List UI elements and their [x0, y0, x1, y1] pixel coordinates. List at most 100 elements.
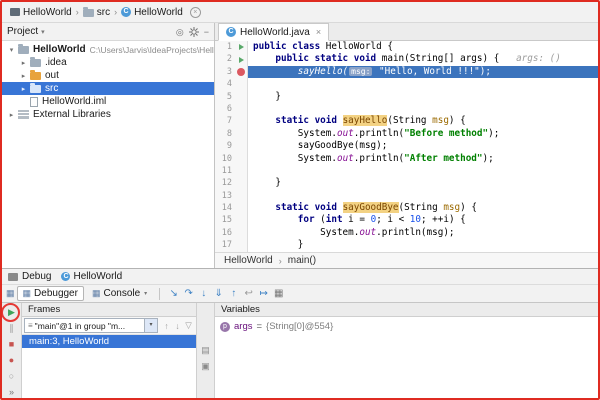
code-text: System.out.println(msg); [248, 227, 598, 239]
code-line-4[interactable]: 4 [215, 78, 598, 90]
show-execution-point-icon[interactable]: ↘ [166, 288, 181, 299]
thread-icon: ≡ [28, 321, 33, 330]
editor-tab-helloworld-java[interactable]: C HelloWorld.java × [218, 23, 329, 41]
code-line-14[interactable]: 14 static void sayGoodBye(String msg) { [215, 202, 598, 214]
frame-up-icon[interactable]: ↑ [161, 321, 172, 331]
code-line-1[interactable]: 1public class HelloWorld { [215, 41, 598, 53]
code-line-5[interactable]: 5 } [215, 91, 598, 103]
tree-item-helloworld[interactable]: ▾HelloWorldC:\Users\Jarvis\IdeaProjects\… [2, 43, 214, 56]
console-tab-icon: ▦ [92, 288, 101, 299]
breadcrumb-method[interactable]: main() [288, 255, 316, 266]
chevron-right-icon[interactable]: ▸ [18, 59, 29, 67]
code-line-15[interactable]: 15 for (int i = 0; i < 10; ++i) { [215, 214, 598, 226]
chevron-down-icon[interactable]: ▾ [144, 319, 157, 332]
chevron-right-icon[interactable]: ▸ [6, 111, 17, 119]
code-line-11[interactable]: 11 [215, 165, 598, 177]
debug-tab-label[interactable]: Debug [22, 271, 51, 282]
console-tab-label: Console [103, 288, 140, 299]
chevron-down-icon[interactable]: ▾ [41, 28, 45, 36]
pause-button[interactable]: ∥ [5, 322, 18, 335]
close-circle-icon[interactable]: × [190, 7, 201, 18]
line-number: 17 [215, 239, 235, 251]
breadcrumb-item[interactable]: HelloWorld [8, 6, 74, 19]
project-panel-title[interactable]: Project [7, 26, 38, 37]
tree-item-helloworld-iml[interactable]: HelloWorld.iml [2, 95, 214, 108]
equals-sign: = [256, 321, 262, 332]
debug-toolbar-icons: ↘↷↓⇓↑↩↦▦ [166, 288, 286, 299]
drop-frame-icon[interactable]: ↩ [241, 288, 256, 299]
line-number: 7 [215, 115, 235, 127]
variables-list: pargs = {String[0]@554} [215, 317, 598, 398]
line-number: 15 [215, 214, 235, 226]
frame-row[interactable]: main:3, HelloWorld [22, 335, 196, 348]
project-panel-header: Project ▾ ◎ − [2, 23, 214, 41]
code-line-2[interactable]: 2 public static void main(String[] args)… [215, 53, 598, 65]
ide-window: HelloWorld›src›CHelloWorld × Project ▾ ◎… [0, 0, 600, 400]
chevron-down-icon[interactable]: ▾ [6, 46, 17, 54]
stop-button[interactable]: ■ [5, 338, 18, 351]
code-text: sayGoodBye(msg); [248, 140, 598, 152]
class-icon: C [61, 272, 70, 281]
code-text: public class HelloWorld { [248, 41, 598, 53]
debug-window-grid-icon[interactable]: ▦ [6, 288, 15, 299]
expand-toolbar-icon[interactable]: » [2, 387, 21, 397]
code-line-8[interactable]: 8 System.out.println("Before method"); [215, 128, 598, 140]
step-out-icon[interactable]: ↑ [226, 288, 241, 299]
code-line-9[interactable]: 9 sayGoodBye(msg); [215, 140, 598, 152]
hide-panel-icon[interactable]: − [204, 27, 209, 37]
chevron-right-icon[interactable]: ▸ [18, 72, 29, 80]
breadcrumb-class[interactable]: HelloWorld [224, 255, 273, 266]
filter-icon[interactable]: ▽ [183, 320, 194, 331]
folder-icon [83, 9, 94, 17]
mute-breakpoints-button[interactable]: ○ [5, 370, 18, 383]
debug-config-label: HelloWorld [73, 271, 122, 282]
run-marker-icon[interactable] [235, 53, 248, 65]
variable-value: {String[0]@554} [266, 321, 333, 332]
chevron-right-icon[interactable]: ▸ [18, 85, 29, 93]
code-text: for (int i = 0; i < 10; ++i) { [248, 214, 598, 226]
parameter-icon: p [220, 322, 230, 332]
tab-console[interactable]: ▦ Console ▾ [86, 286, 153, 301]
frames-list: main:3, HelloWorld [22, 335, 196, 398]
breadcrumb-item[interactable]: CHelloWorld [119, 6, 185, 19]
restore-layout-icon[interactable]: ▤ [201, 345, 210, 356]
tree-item-idea[interactable]: ▸.idea [2, 56, 214, 69]
settings-gear-icon[interactable] [189, 27, 199, 37]
code-line-7[interactable]: 7 static void sayHello(String msg) { [215, 115, 598, 127]
run-to-cursor-icon[interactable]: ↦ [256, 288, 271, 299]
code-line-16[interactable]: 16 System.out.println(msg); [215, 227, 598, 239]
code-line-13[interactable]: 13 [215, 190, 598, 202]
tree-item-out[interactable]: ▸out [2, 69, 214, 82]
run-marker-icon[interactable] [235, 41, 248, 53]
file-iml-icon [30, 97, 38, 107]
line-number: 3 [215, 66, 235, 78]
code-line-17[interactable]: 17 } [215, 239, 598, 251]
locate-icon[interactable]: ◎ [176, 27, 184, 37]
tab-debugger[interactable]: ▦ Debugger [17, 286, 84, 301]
code-line-6[interactable]: 6 [215, 103, 598, 115]
breadcrumb-label: HelloWorld [23, 7, 72, 18]
resume-button[interactable]: ▶ [5, 306, 18, 319]
step-into-icon[interactable]: ↓ [196, 288, 211, 299]
force-step-into-icon[interactable]: ⇓ [211, 288, 226, 299]
step-over-icon[interactable]: ↷ [181, 288, 196, 299]
code-line-10[interactable]: 10 System.out.println("After method"); [215, 153, 598, 165]
line-number: 16 [215, 227, 235, 239]
breadcrumb-item[interactable]: src [81, 6, 112, 19]
evaluate-expression-icon[interactable]: ▦ [271, 288, 286, 299]
code-line-3[interactable]: 3 sayHello(msg: "Hello, World !!!"); [215, 66, 598, 78]
thread-selector[interactable]: ≡ "main"@1 in group "m... ▾ [24, 318, 158, 333]
code-editor[interactable]: 1public class HelloWorld {2 public stati… [215, 41, 598, 252]
tree-item-external-libraries[interactable]: ▸External Libraries [2, 108, 214, 121]
view-breakpoints-button[interactable]: ● [5, 354, 18, 367]
code-text: sayHello(msg: "Hello, World !!!"); [248, 66, 598, 78]
variable-row[interactable]: pargs = {String[0]@554} [220, 321, 593, 332]
pin-tab-icon[interactable]: ▣ [201, 361, 210, 372]
close-tab-icon[interactable]: × [316, 27, 321, 37]
frame-down-icon[interactable]: ↓ [172, 321, 183, 331]
tree-item-src[interactable]: ▸src [2, 82, 214, 95]
debug-config-tab[interactable]: C HelloWorld [61, 271, 122, 282]
breakpoint-icon[interactable] [235, 66, 248, 78]
code-text: } [248, 239, 598, 251]
code-line-12[interactable]: 12 } [215, 177, 598, 189]
